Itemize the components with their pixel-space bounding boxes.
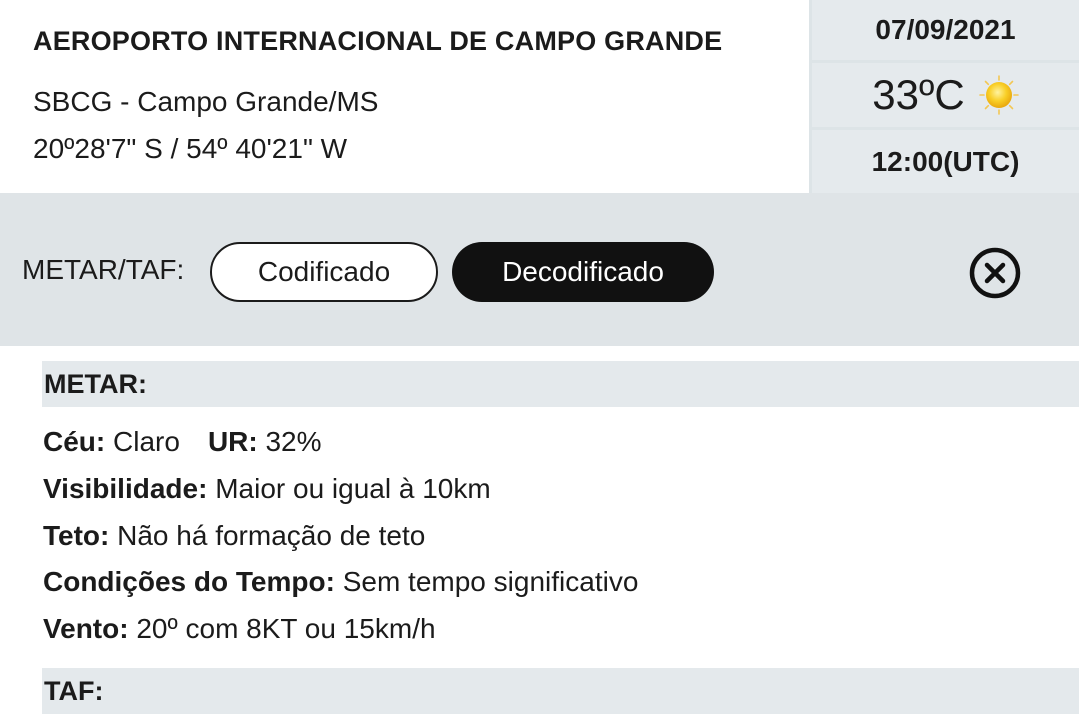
weather-summary-panel: 07/09/2021 33ºC 12:00(UTC)	[809, 0, 1079, 193]
airport-code-city: SBCG - Campo Grande/MS	[33, 86, 379, 117]
close-circle-icon[interactable]	[967, 245, 1023, 301]
conditions-row: Condições do Tempo: Sem tempo significat…	[43, 566, 638, 598]
conditions-value: Sem tempo significativo	[342, 566, 639, 597]
taf-title: TAF:	[44, 675, 104, 706]
airport-name: AEROPORTO INTERNACIONAL DE CAMPO GRANDE	[33, 26, 723, 56]
ceiling-row: Teto: Não há formação de teto	[43, 520, 425, 552]
visibility-row: Visibilidade: Maior ou igual à 10km	[43, 473, 491, 505]
taf-section-header: TAF:	[42, 668, 1079, 714]
airport-weather-page: AEROPORTO INTERNACIONAL DE CAMPO GRANDE …	[0, 0, 1079, 722]
date-value: 07/09/2021	[875, 14, 1016, 45]
wind-value: 20º com 8KT ou 15km/h	[136, 613, 436, 644]
sun-icon	[978, 75, 1019, 115]
visibility-value: Maior ou igual à 10km	[215, 473, 491, 504]
visibility-label: Visibilidade:	[43, 473, 208, 504]
date-cell: 07/09/2021	[812, 0, 1079, 60]
sky-label: Céu:	[43, 426, 106, 457]
humidity-label: UR:	[207, 426, 258, 457]
time-cell: 12:00(UTC)	[812, 130, 1079, 193]
coded-button[interactable]: Codificado	[210, 242, 438, 302]
airport-header: AEROPORTO INTERNACIONAL DE CAMPO GRANDE …	[0, 0, 1079, 193]
sky-humidity-row: Céu: Claro UR: 32%	[43, 426, 322, 458]
wind-row: Vento: 20º com 8KT ou 15km/h	[43, 613, 436, 645]
temperature-value: 33ºC	[872, 71, 965, 118]
conditions-label: Condições do Tempo:	[43, 566, 335, 597]
ceiling-value: Não há formação de teto	[117, 520, 426, 551]
sky-value: Claro	[113, 426, 180, 457]
metar-title: METAR:	[44, 368, 147, 399]
format-toggle-bar: METAR/TAF: Codificado Decodificado	[0, 193, 1079, 346]
airport-coordinates: 20º28'7" S / 54º 40'21" W	[33, 133, 348, 164]
toggle-label: METAR/TAF:	[22, 254, 185, 285]
time-value: 12:00(UTC)	[871, 145, 1020, 177]
temperature-cell: 33ºC	[812, 63, 1079, 127]
decoded-button[interactable]: Decodificado	[452, 242, 714, 302]
metar-section-header: METAR:	[42, 361, 1079, 407]
humidity-value: 32%	[265, 426, 322, 457]
wind-label: Vento:	[43, 613, 129, 644]
ceiling-label: Teto:	[43, 520, 110, 551]
